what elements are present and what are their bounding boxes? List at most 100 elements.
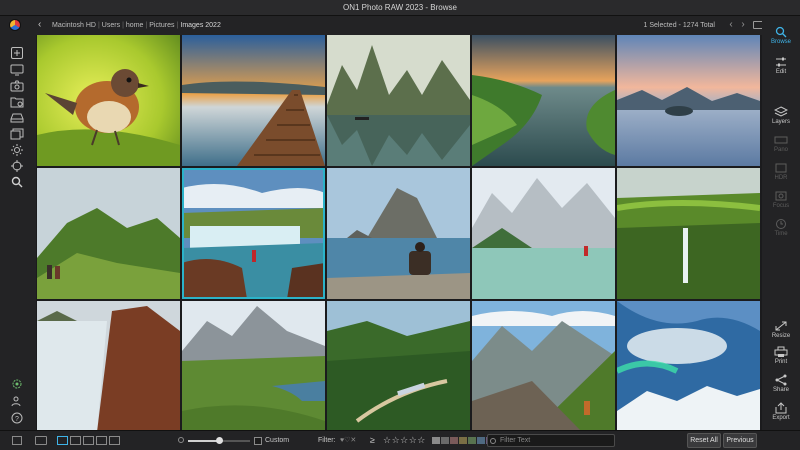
export-icon	[774, 402, 788, 414]
module-label: Browse	[770, 39, 791, 45]
right-sidebar: Browse Edit Layers Pano HDR Focus Time R…	[762, 16, 800, 430]
folder-sync-icon[interactable]	[10, 96, 24, 108]
thumb-small-icon	[178, 437, 184, 443]
module-layers[interactable]: Layers	[762, 106, 800, 125]
module-edit[interactable]: Edit	[762, 56, 800, 75]
thumbnail-size-slider-fill	[188, 440, 219, 442]
photo-thumbnail-green-coast-sunset[interactable]	[472, 35, 615, 166]
module-time[interactable]: Time	[762, 218, 800, 237]
filmstrip-view-icon[interactable]	[83, 436, 94, 445]
module-share[interactable]: Share	[762, 374, 800, 393]
custom-size-checkbox[interactable]	[254, 437, 262, 445]
rating-comparator[interactable]: ≥	[370, 433, 375, 445]
pano-icon	[774, 134, 788, 146]
photo-thumbnail-green-cliff-waterfall[interactable]	[617, 168, 760, 299]
hdr-icon	[774, 162, 788, 174]
monitor-icon[interactable]	[10, 64, 24, 76]
breadcrumb-current[interactable]: Images 2022	[180, 22, 220, 29]
breadcrumb-separator: |	[145, 22, 148, 29]
like-filter-icon[interactable]: ♥♡✕	[340, 434, 356, 446]
color-label-swatch[interactable]	[468, 437, 476, 444]
help-icon[interactable]: ?	[10, 412, 24, 424]
color-label-swatch[interactable]	[450, 437, 458, 444]
module-label: Time	[774, 231, 788, 237]
photo-thumbnail-waterfall-cliff[interactable]	[37, 301, 180, 432]
compare-view-icon[interactable]	[96, 436, 107, 445]
photo-thumbnail-mountain-road-valley[interactable]	[182, 301, 325, 432]
breadcrumb: Macintosh HD | Users | home | Pictures | Images …	[52, 16, 221, 35]
filmstrip-icon[interactable]	[35, 436, 47, 445]
title-bar: ON1 Photo RAW 2023 - Browse	[0, 0, 800, 16]
photo-thumbnail-wooden-pier-sunset[interactable]	[182, 35, 325, 166]
share-icon	[774, 374, 788, 386]
module-focus[interactable]: Focus	[762, 190, 800, 209]
photo-thumbnail-mountain-lake-person[interactable]	[472, 168, 615, 299]
drive-icon[interactable]	[10, 112, 24, 124]
previous-chevron-icon[interactable]: ‹	[726, 19, 736, 31]
module-pano[interactable]: Pano	[762, 134, 800, 153]
back-chevron-icon[interactable]: ‹	[38, 19, 48, 31]
color-label-swatch[interactable]	[477, 437, 485, 444]
app-logo-icon[interactable]	[9, 19, 21, 31]
breadcrumb-item-users[interactable]: Users	[102, 22, 120, 29]
photo-thumbnail-karst-mountains-boat[interactable]	[327, 35, 470, 166]
color-label-swatch[interactable]	[459, 437, 467, 444]
module-label: Print	[774, 359, 788, 365]
module-export[interactable]: Export	[762, 402, 800, 421]
focus-icon	[774, 190, 788, 202]
breadcrumb-separator: |	[176, 22, 179, 29]
previous-button[interactable]: Previous	[723, 433, 757, 448]
filter-text-input[interactable]: Filter Text	[487, 434, 615, 447]
photo-grid	[37, 35, 760, 432]
grid-view-icon[interactable]	[57, 436, 68, 445]
people-icon[interactable]	[10, 395, 24, 407]
bottom-toolbar: Custom Filter: ♥♡✕ ≥ ☆☆☆☆☆ Filter Text R…	[0, 430, 800, 450]
module-label: Resize	[771, 333, 791, 339]
photo-thumbnail-waterfall-person-red[interactable]	[182, 168, 325, 299]
add-icon[interactable]	[10, 47, 24, 59]
next-chevron-icon[interactable]: ›	[738, 19, 748, 31]
resize-icon	[774, 320, 788, 332]
color-label-swatch[interactable]	[432, 437, 440, 444]
filter-text-placeholder: Filter Text	[500, 437, 531, 444]
photo-thumbnail-person-sea-rock[interactable]	[327, 168, 470, 299]
top-toolbar: ‹ Macintosh HD | Users | home | Pictures | Image…	[0, 16, 800, 35]
sidebar-toggle-icon[interactable]	[12, 436, 22, 445]
brightness-icon[interactable]	[10, 144, 24, 156]
star-rating-filter[interactable]: ☆☆☆☆☆	[383, 433, 426, 445]
settings-gear-icon[interactable]	[10, 378, 24, 390]
left-sidebar: ?	[0, 35, 36, 430]
target-icon[interactable]	[10, 160, 24, 172]
search-icon	[490, 438, 496, 444]
module-label: Share	[772, 387, 789, 393]
module-label: Export	[772, 415, 790, 421]
selection-status: 1 Selected - 1274 Total	[643, 22, 715, 29]
photo-thumbnail-mountain-trail-hiker[interactable]	[472, 301, 615, 432]
photo-thumbnail-lake-islands-dusk[interactable]	[617, 35, 760, 166]
browse-icon	[774, 26, 788, 38]
svg-text:?: ?	[15, 416, 19, 423]
map-view-icon[interactable]	[109, 436, 120, 445]
search-icon[interactable]	[10, 176, 24, 188]
breadcrumb-separator: |	[122, 22, 124, 29]
photo-thumbnail-hikers-green-hill[interactable]	[37, 168, 180, 299]
layers-icon	[773, 106, 789, 118]
color-label-swatch[interactable]	[441, 437, 449, 444]
breadcrumb-item-pictures[interactable]: Pictures	[149, 22, 174, 29]
photo-thumbnail-robin-bird[interactable]	[37, 35, 180, 166]
camera-icon[interactable]	[10, 80, 24, 92]
module-resize[interactable]: Resize	[762, 320, 800, 339]
photo-thumbnail-northern-lights-snow[interactable]	[617, 301, 760, 432]
thumbnail-size-slider-knob[interactable]	[216, 437, 223, 444]
detail-view-icon[interactable]	[70, 436, 81, 445]
breadcrumb-item-home[interactable]: home	[126, 22, 144, 29]
window-title: ON1 Photo RAW 2023 - Browse	[343, 3, 457, 12]
module-print[interactable]: Print	[762, 346, 800, 365]
photo-thumbnail-valley-train[interactable]	[327, 301, 470, 432]
reset-all-button[interactable]: Reset All	[687, 433, 721, 448]
breadcrumb-item-macintosh-hd[interactable]: Macintosh HD	[52, 22, 96, 29]
module-browse[interactable]: Browse	[762, 26, 800, 45]
albums-icon[interactable]	[10, 128, 24, 140]
module-hdr[interactable]: HDR	[762, 162, 800, 181]
module-label: HDR	[774, 175, 788, 181]
